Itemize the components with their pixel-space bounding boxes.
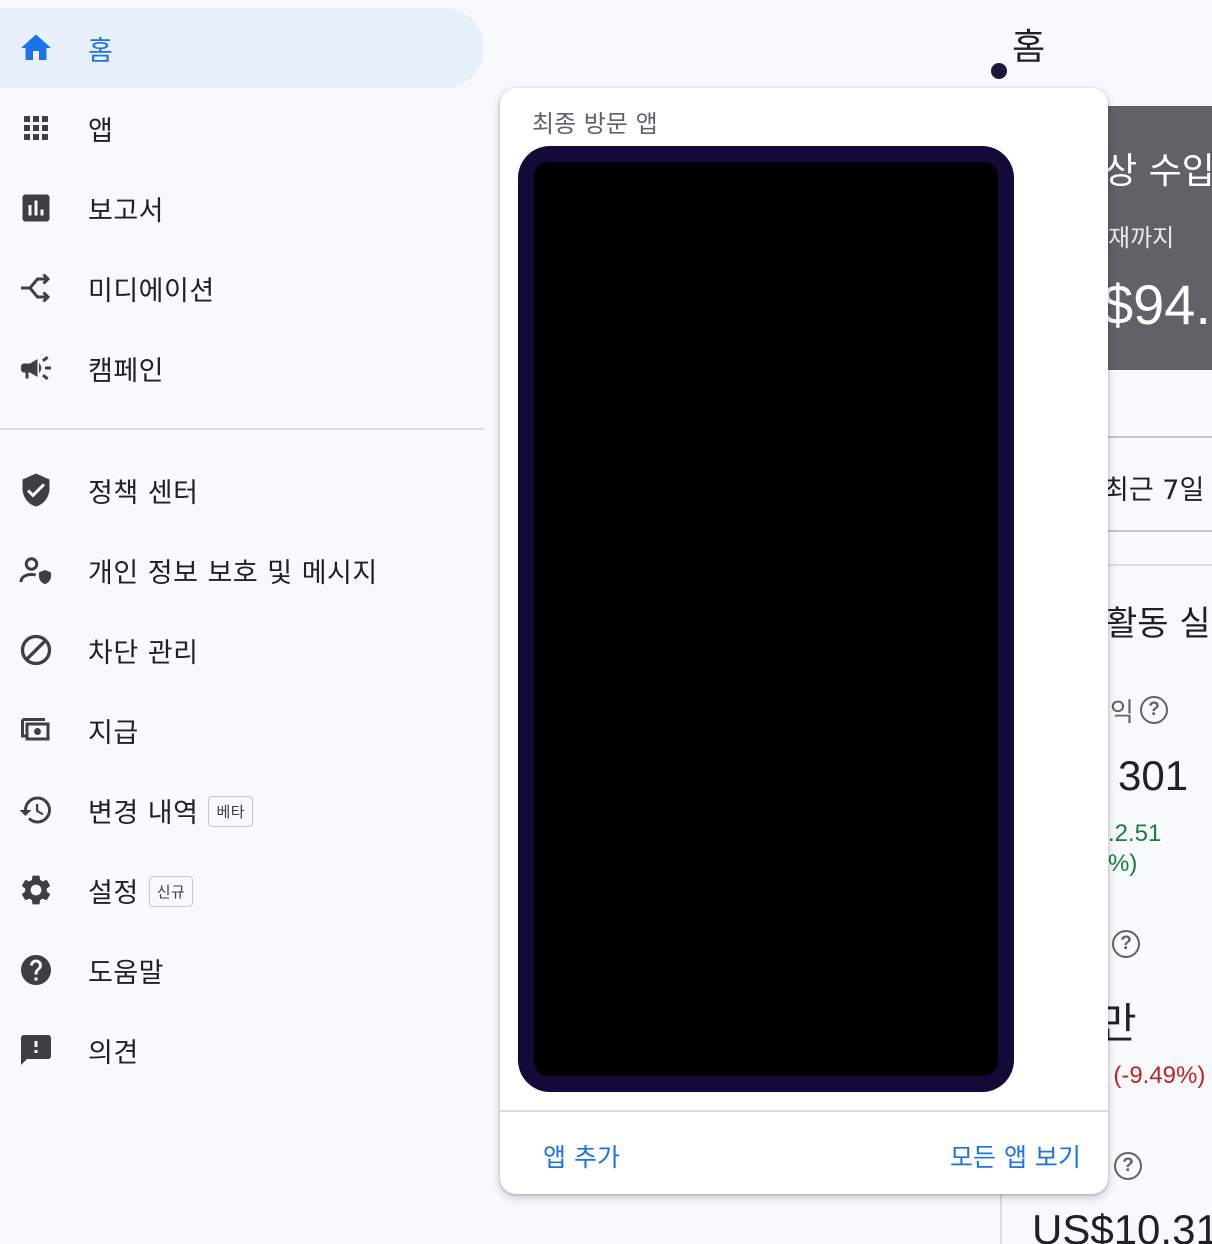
sidebar-item-label: 도움말: [88, 957, 165, 989]
sidebar-item-label: 지급: [88, 717, 139, 749]
sidebar-item-campaigns[interactable]: 캠페인: [0, 328, 484, 408]
sidebar-item-label: 의견: [88, 1037, 139, 1069]
date-range-label: 최근 7일 및: [1108, 475, 1212, 506]
tooltip-anchor-dot: [991, 63, 1007, 79]
metric-value: 301: [1108, 752, 1212, 804]
feedback-icon: [16, 1030, 56, 1070]
metric-delta-line: ! (-9.49%): [1100, 1062, 1206, 1089]
card-title: 상 수입: [1108, 151, 1212, 192]
sidebar-item-label: 개인 정보 보호 및 메시지: [88, 557, 378, 589]
metric-delta-positive: .2.51 %): [1108, 820, 1178, 884]
payments-icon: [16, 710, 56, 750]
metric-label-text: 익: [1110, 698, 1134, 728]
megaphone-icon: [16, 348, 56, 388]
home-icon: [16, 28, 56, 68]
sidebar-item-reports[interactable]: 보고서: [0, 168, 484, 248]
sidebar-item-label: 미디에이션: [88, 275, 215, 307]
popup-divider: [500, 1110, 1108, 1112]
sidebar-item-policy-center[interactable]: 정책 센터: [0, 450, 484, 530]
help-circle-icon[interactable]: ?: [1114, 1152, 1142, 1180]
recent-app-card[interactable]: [518, 146, 1014, 1092]
metric-delta-line: .2.51: [1108, 820, 1162, 847]
gear-icon: [16, 870, 56, 910]
section-divider: [1108, 564, 1212, 566]
estimated-earnings-card[interactable]: 상 수입 재까지 $94.: [1108, 106, 1212, 370]
sidebar-nav: 홈 앱 보고서 미디에이션 캠페인 정책 센터 개인 정보 보호 및 메시지 차…: [0, 0, 484, 1244]
beta-badge: 베타: [208, 795, 254, 827]
help-icon: [16, 950, 56, 990]
block-icon: [16, 630, 56, 670]
performance-section-title: 활동 실적: [1108, 596, 1212, 646]
help-circle-icon[interactable]: ?: [1112, 930, 1140, 958]
sidebar-item-payments[interactable]: 지급: [0, 690, 484, 770]
sidebar-item-home[interactable]: 홈: [0, 8, 484, 88]
sidebar-item-apps[interactable]: 앱: [0, 88, 484, 168]
metric-delta-negative: ! (-9.49%): [1100, 1062, 1212, 1096]
mediation-icon: [16, 268, 56, 308]
sidebar-item-feedback[interactable]: 의견: [0, 1010, 484, 1090]
page-title: 홈: [1012, 27, 1046, 68]
recent-apps-popup: 최종 방문 앱 앱 추가 모든 앱 보기: [500, 88, 1108, 1194]
bar-chart-icon: [16, 188, 56, 228]
new-badge: 신규: [148, 875, 194, 907]
date-range-selector[interactable]: 최근 7일 및: [1108, 436, 1212, 532]
help-circle-icon[interactable]: ?: [1140, 696, 1168, 724]
card-value: $94.: [1108, 273, 1211, 336]
sidebar-item-label: 정책 센터: [88, 477, 199, 509]
sidebar-item-help[interactable]: 도움말: [0, 930, 484, 1010]
metric-value: US$10.31: [1032, 1206, 1212, 1244]
sidebar-item-label: 변경 내역 베타: [88, 791, 254, 830]
privacy-person-icon: [16, 550, 56, 590]
column-divider: [1000, 1190, 1002, 1244]
metric-value-text: 301: [1118, 752, 1189, 799]
app-preview-screen: [534, 162, 998, 1076]
sidebar-item-settings[interactable]: 설정 신규: [0, 850, 484, 930]
sidebar-item-label: 홈: [88, 35, 114, 67]
metric-value: 만: [1100, 990, 1180, 1042]
history-icon: [16, 790, 56, 830]
sidebar-item-change-history[interactable]: 변경 내역 베타: [0, 770, 484, 850]
apps-grid-icon: [16, 108, 56, 148]
section-title-text: 활동 실적: [1108, 604, 1212, 644]
shield-check-icon: [16, 470, 56, 510]
sidebar-item-privacy-messaging[interactable]: 개인 정보 보호 및 메시지: [0, 530, 484, 610]
sidebar-item-label: 설정 신규: [88, 871, 194, 910]
metric-delta-line: %): [1108, 850, 1138, 877]
popup-title: 최종 방문 앱: [532, 110, 658, 138]
sidebar-item-mediation[interactable]: 미디에이션: [0, 248, 484, 328]
sidebar-item-label: 보고서: [88, 195, 165, 227]
sidebar-item-label: 캠페인: [88, 355, 165, 387]
card-subtitle: 재까지: [1108, 224, 1175, 252]
view-all-apps-link[interactable]: 모든 앱 보기: [950, 1138, 1081, 1174]
add-app-link[interactable]: 앱 추가: [543, 1138, 620, 1174]
metric-value-text: US$10.31: [1032, 1206, 1212, 1244]
sidebar-divider: [0, 428, 484, 430]
sidebar-item-blocking-controls[interactable]: 차단 관리: [0, 610, 484, 690]
sidebar-item-label: 차단 관리: [88, 637, 199, 669]
sidebar-item-label: 앱: [88, 115, 114, 147]
